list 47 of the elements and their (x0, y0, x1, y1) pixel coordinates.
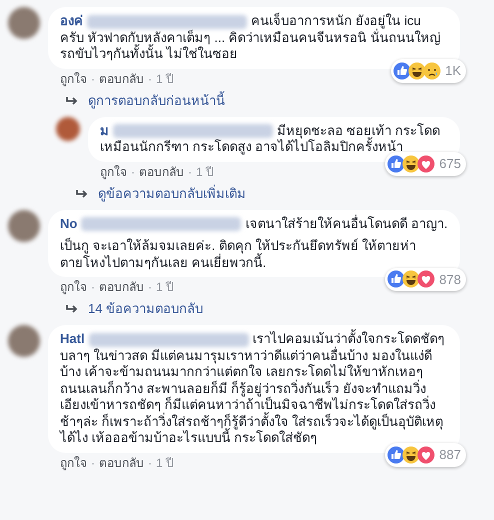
haha-reaction-icon (402, 154, 420, 173)
separator-dot: · (91, 279, 95, 295)
separator-dot: · (91, 70, 95, 86)
love-reaction-icon (417, 154, 436, 173)
reaction-count: 1K (445, 62, 461, 80)
reaction-count: 675 (439, 155, 461, 173)
view-replies-link[interactable]: 14 ข้อความตอบกลับ (88, 301, 204, 317)
action-link[interactable]: ถูกใจ (100, 164, 127, 180)
action-link[interactable]: ถูกใจ (60, 70, 87, 86)
separator-dot: · (148, 279, 152, 295)
action-link[interactable]: ตอบกลับ (139, 164, 184, 180)
reaction-count: 887 (439, 446, 461, 464)
avatar[interactable] (56, 116, 80, 140)
separator-dot: · (188, 164, 192, 180)
separator-dot: · (148, 70, 152, 86)
action-link[interactable]: ตอบกลับ (99, 70, 144, 86)
author-name[interactable]: Hatl (60, 331, 85, 346)
reply-arrow-icon (66, 96, 78, 106)
author-name[interactable]: องค่ (60, 13, 83, 28)
author-name[interactable]: No (60, 216, 78, 230)
action-link[interactable]: ตอบกลับ (99, 279, 144, 295)
action-link[interactable]: ถูกใจ (60, 279, 87, 295)
haha-reaction-icon (402, 446, 420, 464)
sad-reaction-icon (423, 62, 442, 80)
separator-dot: · (91, 454, 95, 470)
like-reaction-icon (393, 62, 412, 80)
separator-dot: · (148, 454, 152, 470)
author-name[interactable]: ม (100, 122, 109, 138)
avatar[interactable] (8, 210, 40, 242)
like-reaction-icon (387, 270, 406, 288)
reply-arrow-icon (76, 188, 88, 198)
reaction-count: 878 (439, 270, 461, 288)
action-link[interactable]: ตอบกลับ (99, 454, 144, 470)
like-reaction-icon (387, 154, 406, 173)
reply-arrow-icon (66, 304, 78, 314)
view-replies-link[interactable]: ดูการตอบกลับก่อนหน้านี้ (88, 92, 225, 108)
like-reaction-icon (387, 446, 406, 464)
avatar[interactable] (8, 325, 40, 357)
comment-text: No เจตนาใส่ร้ายให้คนอื่นโดนดดี อาญา. (60, 216, 448, 232)
action-link[interactable]: ถูกใจ (60, 454, 87, 470)
love-reaction-icon (417, 446, 436, 464)
separator-dot: · (131, 164, 135, 180)
haha-reaction-icon (402, 270, 420, 288)
view-replies-link[interactable]: ดูข้อความตอบกลับเพิ่มเติม (98, 186, 246, 202)
avatar[interactable] (8, 7, 40, 39)
love-reaction-icon (417, 270, 436, 288)
haha-reaction-icon (408, 62, 426, 80)
